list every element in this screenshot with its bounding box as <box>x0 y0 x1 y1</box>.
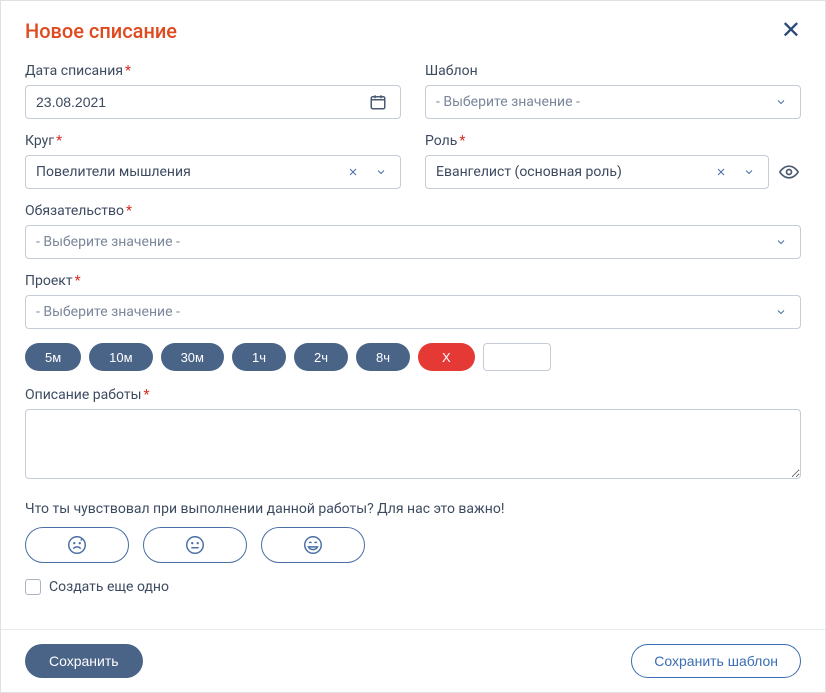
circle-label-text: Круг <box>25 133 54 149</box>
field-role: Роль* Евангелист (основная роль) <box>425 133 801 189</box>
modal-header: Новое списание ✕ <box>1 1 825 53</box>
field-project: Проект* - Выберите значение - <box>25 273 801 329</box>
field-date: Дата списания* <box>25 63 401 119</box>
date-label: Дата списания* <box>25 63 401 79</box>
project-label: Проект* <box>25 273 801 289</box>
modal-body: Дата списания* Шаблон - Выберите значени… <box>1 53 825 629</box>
duration-pill-2h[interactable]: 2ч <box>294 343 348 371</box>
duration-custom-input[interactable] <box>483 343 551 371</box>
duration-pill-1h[interactable]: 1ч <box>232 343 286 371</box>
obligation-label: Обязательство* <box>25 203 801 219</box>
role-label: Роль* <box>425 133 801 149</box>
clear-icon[interactable] <box>339 155 367 189</box>
chevron-down-icon[interactable] <box>367 155 395 189</box>
field-description: Описание работы* <box>25 387 801 483</box>
field-circle: Круг* Повелители мышления <box>25 133 401 189</box>
obligation-label-text: Обязательство <box>25 203 124 219</box>
modal-title: Новое списание <box>25 19 177 43</box>
field-obligation: Обязательство* - Выберите значение - <box>25 203 801 259</box>
chevron-down-icon[interactable] <box>735 155 763 189</box>
description-label-text: Описание работы <box>25 387 141 403</box>
eye-icon <box>779 162 799 182</box>
view-role-button[interactable] <box>777 155 801 189</box>
face-sad-icon <box>66 534 88 556</box>
template-label: Шаблон <box>425 63 801 79</box>
date-input[interactable] <box>25 85 401 119</box>
face-neutral-icon <box>184 534 206 556</box>
close-button[interactable]: ✕ <box>781 19 801 43</box>
feelings-prompt: Что ты чувствовал при выполнении данной … <box>25 501 801 517</box>
save-button[interactable]: Сохранить <box>25 644 143 678</box>
required-mark: * <box>126 203 132 219</box>
feeling-neutral-button[interactable] <box>143 527 247 563</box>
chevron-down-icon[interactable] <box>767 225 795 259</box>
chevron-down-icon[interactable] <box>767 295 795 329</box>
obligation-select[interactable]: - Выберите значение - <box>25 225 801 259</box>
required-mark: * <box>459 133 465 149</box>
modal-footer: Сохранить Сохранить шаблон <box>1 629 825 692</box>
create-another-label: Создать еще одно <box>49 579 169 595</box>
date-label-text: Дата списания <box>25 63 123 79</box>
feeling-happy-button[interactable] <box>261 527 365 563</box>
required-mark: * <box>75 273 81 289</box>
chevron-down-icon[interactable] <box>767 85 795 119</box>
duration-pill-10m[interactable]: 10м <box>89 343 152 371</box>
duration-row: 5м 10м 30м 1ч 2ч 8ч X <box>25 343 801 371</box>
project-label-text: Проект <box>25 273 73 289</box>
save-template-button[interactable]: Сохранить шаблон <box>631 644 801 678</box>
feeling-sad-button[interactable] <box>25 527 129 563</box>
description-textarea[interactable] <box>25 409 801 479</box>
circle-label: Круг* <box>25 133 401 149</box>
duration-pill-5m[interactable]: 5м <box>25 343 81 371</box>
duration-clear-button[interactable]: X <box>418 343 475 371</box>
required-mark: * <box>125 63 131 79</box>
role-label-text: Роль <box>425 133 457 149</box>
feelings-row <box>25 527 801 563</box>
field-template: Шаблон - Выберите значение - <box>425 63 801 119</box>
face-happy-icon <box>302 534 324 556</box>
required-mark: * <box>143 387 149 403</box>
duration-pill-30m[interactable]: 30м <box>161 343 224 371</box>
calendar-icon[interactable] <box>361 85 395 119</box>
modal-new-writeoff: Новое списание ✕ Дата списания* Шаблон <box>0 0 826 693</box>
project-select[interactable]: - Выберите значение - <box>25 295 801 329</box>
description-label: Описание работы* <box>25 387 801 403</box>
create-another-row: Создать еще одно <box>25 579 801 595</box>
create-another-checkbox[interactable] <box>25 579 41 595</box>
required-mark: * <box>56 133 62 149</box>
template-select[interactable]: - Выберите значение - <box>425 85 801 119</box>
close-icon: ✕ <box>781 17 801 44</box>
clear-icon[interactable] <box>707 155 735 189</box>
duration-pill-8h[interactable]: 8ч <box>356 343 410 371</box>
